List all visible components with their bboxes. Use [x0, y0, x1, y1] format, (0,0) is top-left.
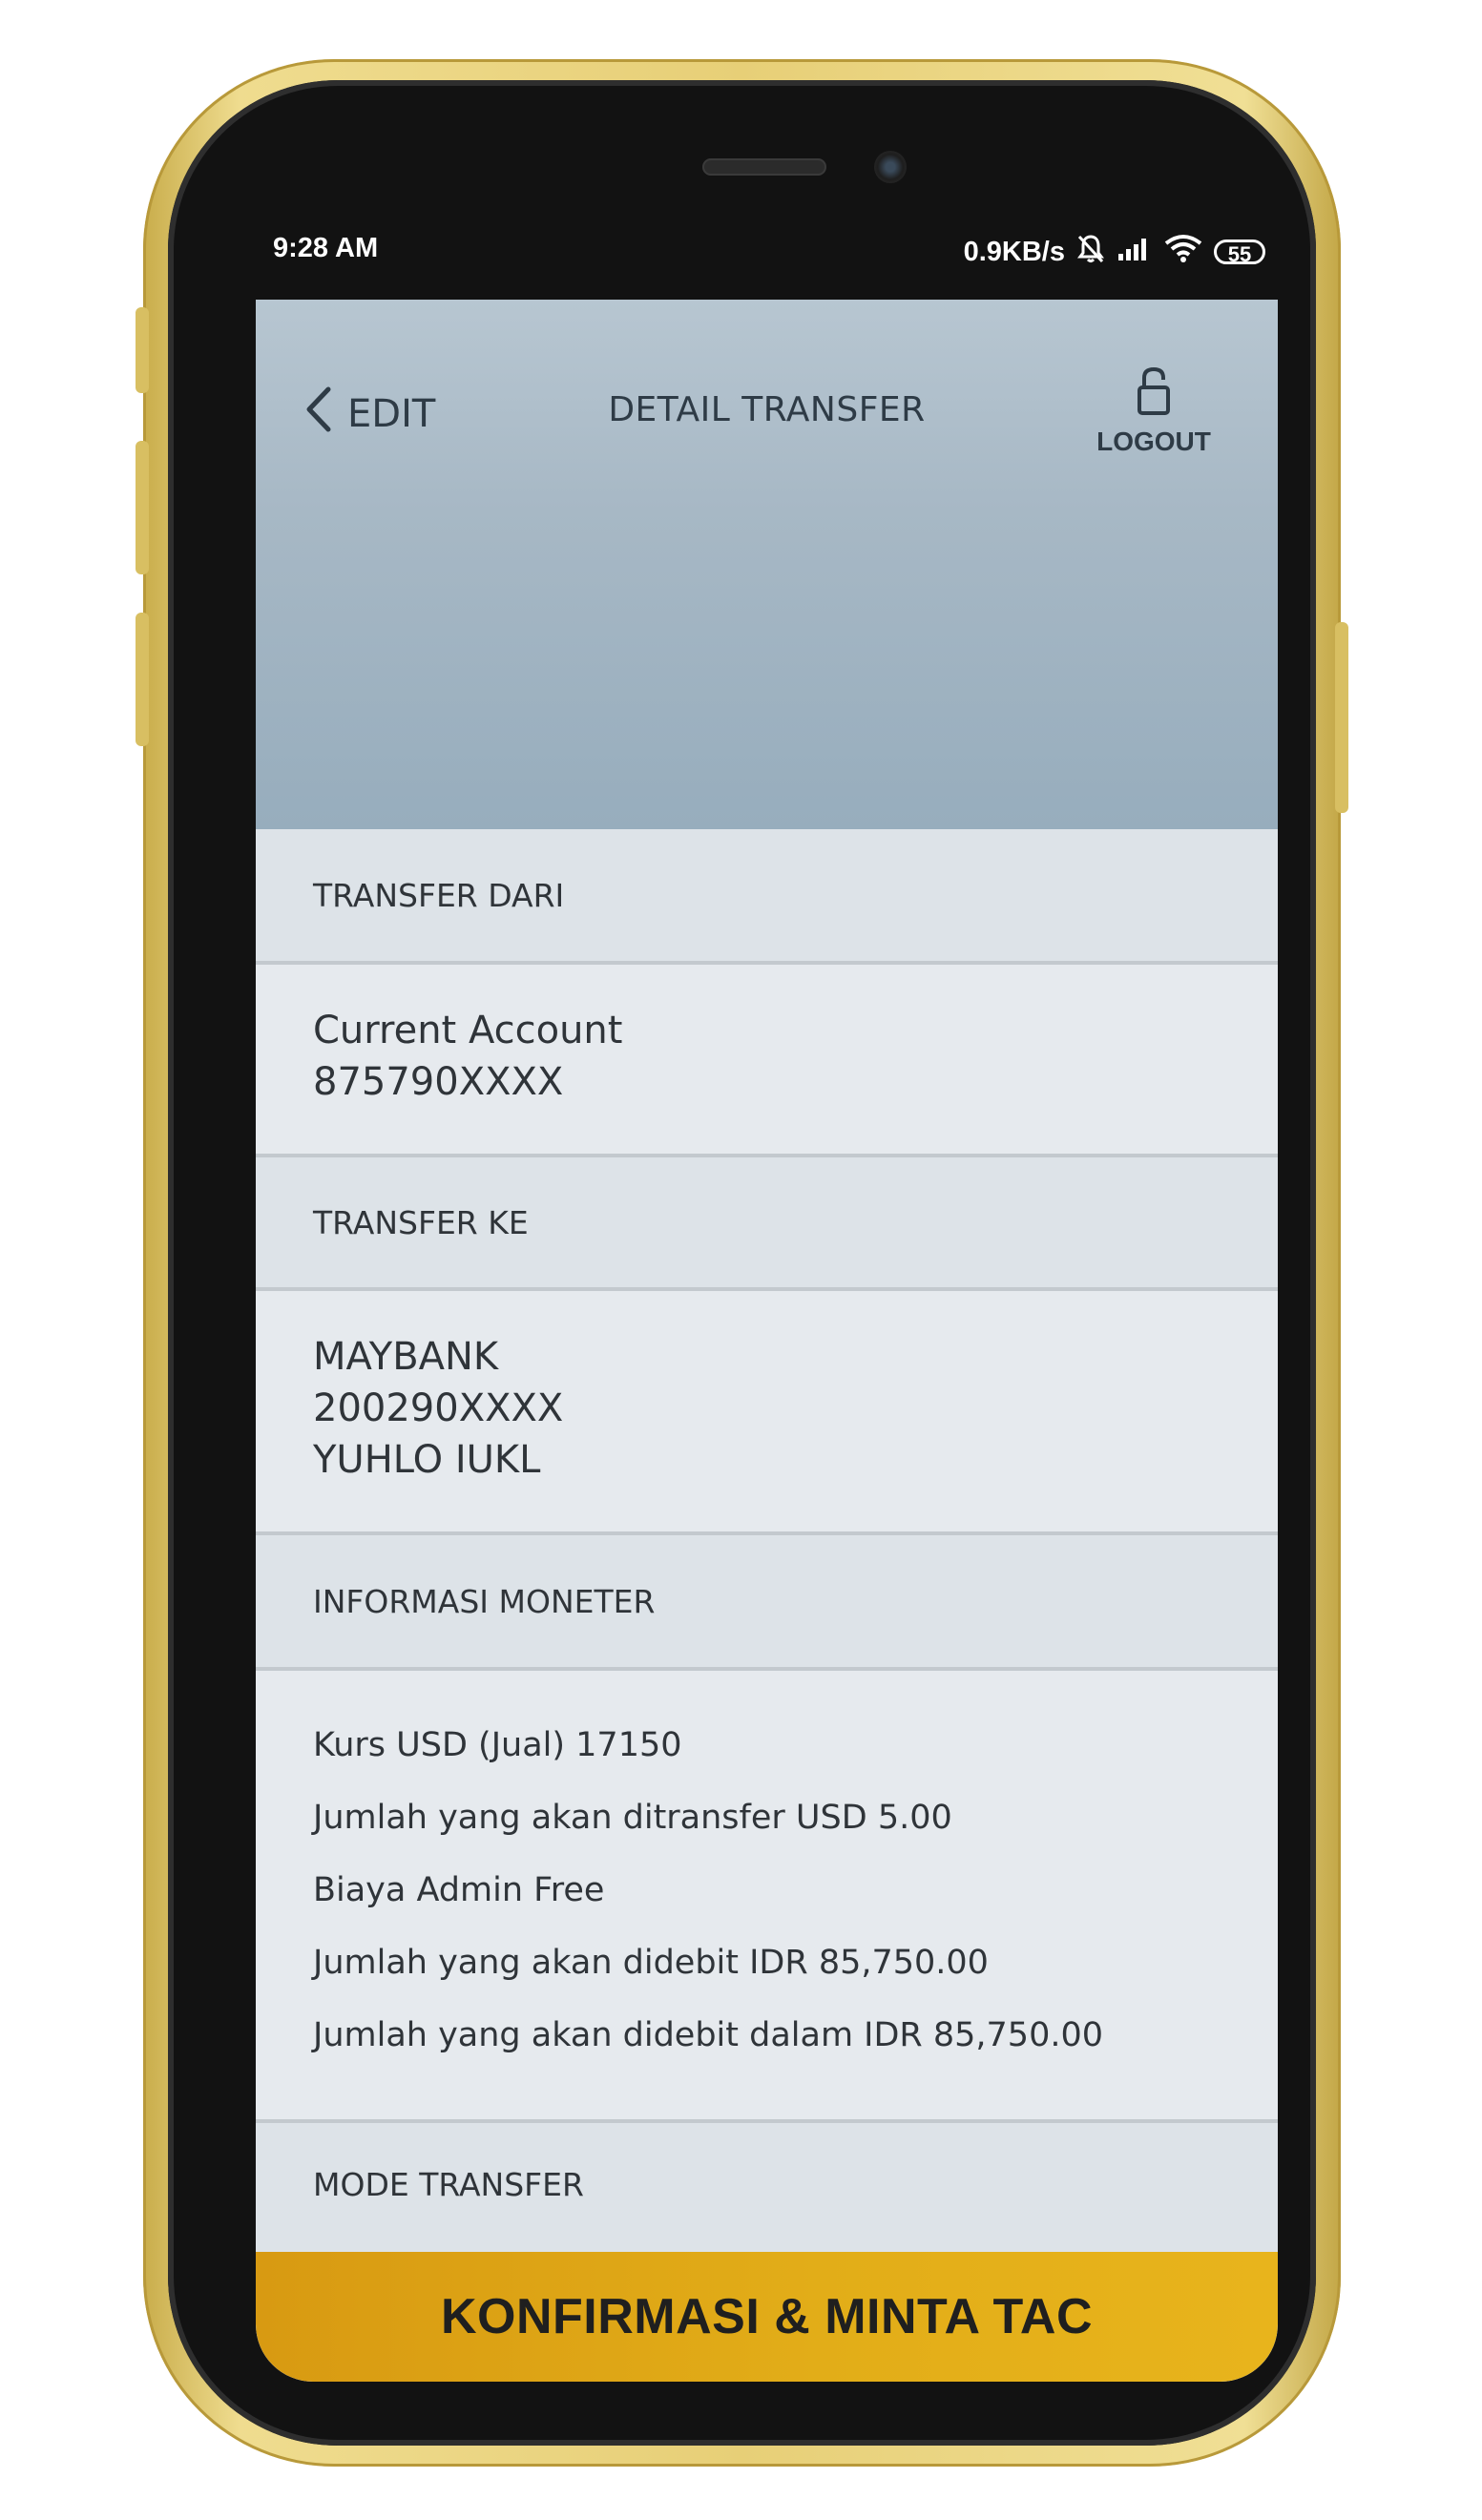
- section-transfer-from-header: TRANSFER DARI: [256, 829, 1278, 961]
- section-transfer-from-body: Current Account 875790XXXX: [256, 965, 1278, 1154]
- status-indicators: 0.9KB/s 55: [964, 233, 1265, 271]
- battery-icon: 55: [1214, 240, 1265, 266]
- network-speed: 0.9KB/s: [963, 236, 1065, 267]
- logout-label: LOGOUT: [1096, 427, 1211, 456]
- unlocked-padlock-icon: [1135, 366, 1173, 422]
- section-transfer-to-header: TRANSFER KE: [256, 1157, 1278, 1287]
- phone-power-button: [1335, 622, 1348, 813]
- section-monetary-info-body: Kurs USD (Jual) 17150 Jumlah yang akan d…: [256, 1671, 1278, 2119]
- bell-off-icon: [1076, 233, 1105, 271]
- app-screen: EDIT DETAIL TRANSFER LOGOUT TRANSFER DAR…: [256, 300, 1278, 2382]
- status-bar: 9:28 AM 0.9KB/s 55: [273, 233, 1275, 290]
- wifi-icon: [1164, 234, 1202, 270]
- transfer-from-heading: TRANSFER DARI: [313, 876, 565, 914]
- source-account-type: Current Account: [313, 1009, 623, 1052]
- transfer-to-heading: TRANSFER KE: [313, 1203, 529, 1241]
- exchange-rate-line: Kurs USD (Jual) 17150: [313, 1726, 682, 1764]
- phone-volume-up-button: [136, 441, 149, 574]
- monetary-info-heading: INFORMASI MONETER: [313, 1582, 656, 1620]
- source-account-number: 875790XXXX: [313, 1060, 564, 1104]
- earpiece-speaker: [702, 158, 826, 176]
- section-monetary-info-header: INFORMASI MONETER: [256, 1535, 1278, 1667]
- phone-frame: 9:28 AM 0.9KB/s 55 EDIT DETAIL TRANSFER …: [136, 59, 1348, 2467]
- confirm-request-tac-button[interactable]: KONFIRMASI & MINTA TAC: [256, 2252, 1278, 2382]
- phone-side-button: [136, 307, 149, 393]
- debit-amount-line: Jumlah yang akan didebit IDR 85,750.00: [313, 1944, 989, 1982]
- transfer-amount-line: Jumlah yang akan ditransfer USD 5.00: [313, 1799, 952, 1837]
- logout-button[interactable]: LOGOUT: [1087, 366, 1221, 457]
- signal-bars-icon: [1117, 235, 1153, 269]
- front-camera: [874, 151, 907, 183]
- destination-bank: MAYBANK: [313, 1335, 499, 1379]
- debit-amount-idr-line: Jumlah yang akan didebit dalam IDR 85,75…: [313, 2016, 1104, 2054]
- section-transfer-to-body: MAYBANK 200290XXXX YUHLO IUKL: [256, 1291, 1278, 1531]
- phone-bezel: 9:28 AM 0.9KB/s 55 EDIT DETAIL TRANSFER …: [168, 80, 1316, 2446]
- phone-volume-down-button: [136, 613, 149, 746]
- destination-account-number: 200290XXXX: [313, 1386, 564, 1430]
- section-transfer-mode-header: MODE TRANSFER: [256, 2123, 1278, 2266]
- destination-account-name: YUHLO IUKL: [313, 1438, 541, 1482]
- transfer-mode-heading: MODE TRANSFER: [313, 2166, 584, 2203]
- app-header: EDIT DETAIL TRANSFER LOGOUT: [256, 300, 1278, 829]
- admin-fee-line: Biaya Admin Free: [313, 1871, 605, 1909]
- status-time: 9:28 AM: [273, 233, 379, 263]
